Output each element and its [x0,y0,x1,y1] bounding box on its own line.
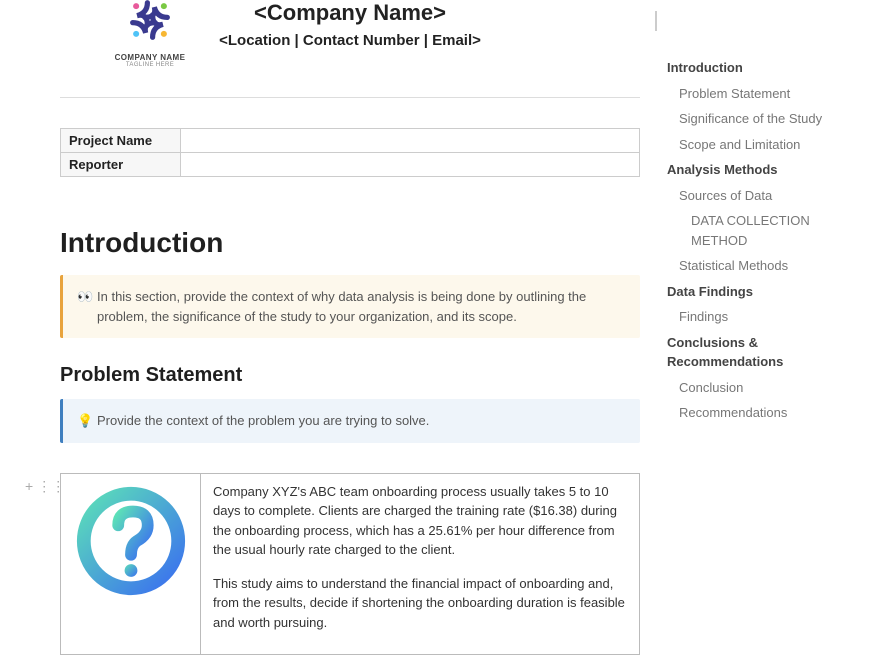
content-text-cell[interactable]: Company XYZ's ABC team onboarding proces… [201,474,639,655]
introduction-callout[interactable]: 👀 In this section, provide the context o… [60,275,640,338]
question-mark-icon [72,482,190,600]
toc-item[interactable]: Significance of the Study [667,106,852,132]
body-paragraph-2: This study aims to understand the financ… [213,574,627,633]
meta-label: Project Name [61,129,181,153]
meta-row: Project Name [61,129,640,153]
toc-item[interactable]: DATA COLLECTION METHOD [667,208,852,253]
meta-table: Project NameReporter [60,128,640,177]
toc-item[interactable]: Scope and Limitation [667,132,852,158]
toc-item[interactable]: Introduction [667,55,852,81]
meta-value[interactable] [181,153,640,177]
document-header: COMPANY NAME TAGLINE HERE <Company Name>… [60,0,640,49]
problem-statement-callout[interactable]: 💡 Provide the context of the problem you… [60,399,640,443]
block-handles[interactable]: + ⋮⋮ [25,478,65,495]
toc-item[interactable]: Data Findings [667,279,852,305]
logo-company-text: COMPANY NAME [110,53,190,62]
add-block-icon[interactable]: + [25,478,33,495]
toc-item[interactable]: Recommendations [667,400,852,426]
logo-tagline: TAGLINE HERE [110,62,190,68]
eyes-icon: 👀 [77,287,97,326]
image-cell[interactable] [61,474,201,655]
bulb-icon: 💡 [77,411,97,431]
problem-statement-heading[interactable]: Problem Statement [60,364,640,387]
toc-item[interactable]: Conclusion [667,375,852,401]
toc-indicator-bar [655,11,657,31]
problem-statement-callout-text: Provide the context of the problem you a… [97,411,626,431]
body-paragraph-1: Company XYZ's ABC team onboarding proces… [213,482,627,560]
toc-item[interactable]: Statistical Methods [667,253,852,279]
toc-item[interactable]: Conclusions & Recommendations [667,330,852,375]
logo-icon [124,0,176,46]
toc-item[interactable]: Sources of Data [667,183,852,209]
meta-label: Reporter [61,153,181,177]
introduction-heading[interactable]: Introduction [60,227,640,259]
document-main: COMPANY NAME TAGLINE HERE <Company Name>… [60,0,640,655]
toc-item[interactable]: Problem Statement [667,81,852,107]
meta-value[interactable] [181,129,640,153]
table-of-contents: IntroductionProblem StatementSignificanc… [667,55,852,426]
toc-item[interactable]: Analysis Methods [667,157,852,183]
toc-item[interactable]: Findings [667,304,852,330]
content-block[interactable]: + ⋮⋮ Company XYZ's ABC team onboarding p… [60,473,640,655]
company-logo: COMPANY NAME TAGLINE HERE [110,0,190,68]
meta-row: Reporter [61,153,640,177]
introduction-callout-text: In this section, provide the context of … [97,287,626,326]
drag-handle-icon[interactable]: ⋮⋮ [37,478,65,495]
divider [60,97,640,98]
